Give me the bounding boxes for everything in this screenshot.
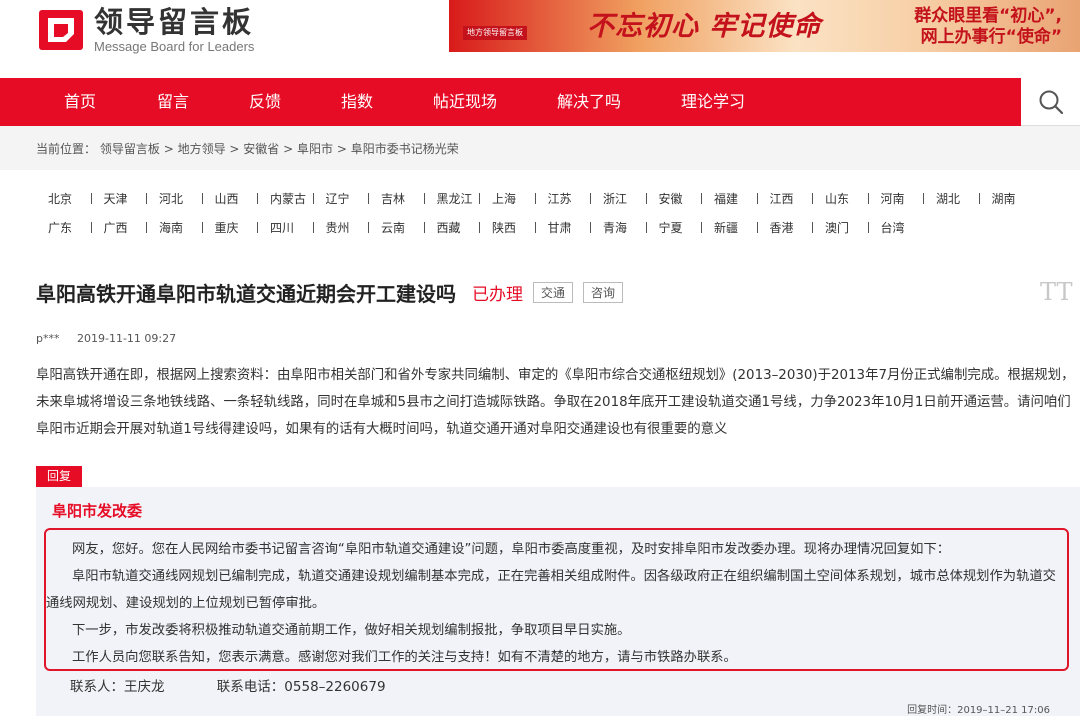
breadcrumb-separator: > [229, 142, 244, 156]
post-author: p*** [36, 332, 60, 345]
site-logo[interactable]: 领导留言板 Message Board for Leaders [36, 4, 254, 54]
region-link[interactable]: 吉林 [369, 190, 425, 207]
contact-person: 联系人：王庆龙 [70, 679, 165, 695]
region-row: 北京 天津 河北 山西 内蒙古 辽宁 吉林 黑龙江 上海 江苏 浙江 安徽 福建 江西 山东 河南 湖北 湖南 [36, 184, 1056, 213]
post-date: 2019-11-11 09:27 [76, 332, 177, 345]
region-link[interactable]: 澳门 [813, 219, 869, 236]
region-list: 北京 天津 河北 山西 内蒙古 辽宁 吉林 黑龙江 上海 江苏 浙江 安徽 福建 江西 山东 河南 湖北 湖南 广… [36, 184, 1056, 242]
nav-item-solved[interactable]: 解决了吗 [557, 78, 621, 126]
breadcrumb-prefix: 当前位置： [36, 142, 97, 156]
region-link[interactable]: 山西 [203, 190, 259, 207]
region-link[interactable]: 山东 [813, 190, 869, 207]
logo-subtitle: Message Board for Leaders [94, 38, 255, 54]
top-banner[interactable]: 地方领导留言板 不忘初心 牢记使命 群众眼里看“初心”, 网上办事行“使命” [449, 0, 1080, 52]
banner-slogan: 不忘初心 牢记使命 [587, 11, 822, 42]
region-link[interactable]: 辽宁 [314, 190, 370, 207]
breadcrumb-item[interactable]: 安徽省 [243, 142, 279, 156]
reply-paragraph: 阜阳市轨道交通线网规划已编制完成，轨道交通建设规划编制基本完成，正在完善相关组成… [46, 569, 1056, 611]
nav-item-on-site[interactable]: 帖近现场 [433, 78, 497, 126]
contact-phone: 联系电话：0558–2260679 [216, 679, 386, 695]
region-link[interactable]: 湖北 [924, 190, 980, 207]
region-link[interactable]: 内蒙古 [258, 190, 314, 207]
reply-label: 回复 [36, 466, 83, 487]
region-link[interactable]: 江苏 [536, 190, 592, 207]
region-link[interactable]: 香港 [758, 219, 814, 236]
region-link[interactable]: 广西 [92, 219, 148, 236]
reply-paragraph: 下一步，市发改委将积极推动轨道交通前期工作，做好相关规划编制报批，争取项目早日实… [72, 623, 631, 638]
reply-content: 网友，您好。您在人民网给市委书记留言咨询“阜阳市轨道交通建设”问题，阜阳市委高度… [46, 536, 1066, 671]
banner-badge: 地方领导留言板 [463, 26, 527, 40]
main-nav: 首页 留言 反馈 指数 帖近现场 解决了吗 理论学习 [0, 78, 1021, 126]
post-body: 阜阳高铁开通在即，根据网上搜索资料：由阜阳市相关部门和省外专家共同编制、审定的《… [36, 368, 1075, 437]
tag-traffic[interactable]: 交通 [533, 282, 574, 303]
contact-info: 联系人：王庆龙 联系电话：0558–2260679 [70, 675, 434, 695]
region-link[interactable]: 陕西 [480, 219, 536, 236]
region-link[interactable]: 四川 [258, 219, 314, 236]
breadcrumb-item[interactable]: 领导留言板 [100, 142, 160, 156]
banner-line-1: 群众眼里看“初心”, [914, 6, 1062, 26]
nav-item-index[interactable]: 指数 [341, 78, 373, 126]
reply-paragraph: 工作人员向您联系告知，您表示满意。感谢您对我们工作的关注与支持！如有不清楚的地方… [72, 650, 737, 665]
breadcrumb-item[interactable]: 阜阳市委书记杨光荣 [351, 142, 459, 156]
region-link[interactable]: 江西 [758, 190, 814, 207]
breadcrumb-item[interactable]: 地方领导 [178, 142, 226, 156]
nav-item-home[interactable]: 首页 [64, 78, 96, 126]
region-link[interactable]: 天津 [92, 190, 148, 207]
region-link[interactable]: 新疆 [702, 219, 758, 236]
region-link[interactable]: 福建 [702, 190, 758, 207]
region-link[interactable]: 广东 [36, 219, 92, 236]
status-badge: 已办理 [472, 285, 523, 305]
breadcrumb-separator: > [163, 142, 178, 156]
region-link[interactable]: 重庆 [203, 219, 259, 236]
reply-organization: 阜阳市发改委 [52, 502, 143, 520]
region-link[interactable]: 青海 [591, 219, 647, 236]
region-link[interactable]: 上海 [480, 190, 536, 207]
nav-item-messages[interactable]: 留言 [157, 78, 189, 126]
tag-inquiry[interactable]: 咨询 [583, 282, 624, 303]
region-link[interactable]: 西藏 [425, 219, 481, 236]
region-link[interactable]: 贵州 [314, 219, 370, 236]
region-link[interactable]: 浙江 [591, 190, 647, 207]
region-link[interactable]: 海南 [147, 219, 203, 236]
reply-panel: 阜阳市发改委 网友，您好。您在人民网给市委书记留言咨询“阜阳市轨道交通建设”问题… [36, 487, 1080, 716]
post-header: 阜阳高铁开通阜阳市轨道交通近期会开工建设吗 已办理 交通 咨询 [36, 278, 624, 307]
region-link[interactable]: 北京 [36, 190, 92, 207]
region-link[interactable]: 云南 [369, 219, 425, 236]
logo-title: 领导留言板 [94, 4, 255, 39]
post-meta: p*** 2019-11-11 09:27 [36, 332, 190, 345]
site-header: 领导留言板 Message Board for Leaders 地方领导留言板 … [0, 0, 1080, 74]
banner-tagline: 群众眼里看“初心”, 网上办事行“使命” [914, 6, 1062, 48]
nav-item-feedback[interactable]: 反馈 [249, 78, 281, 126]
nav-item-theory[interactable]: 理论学习 [681, 78, 745, 126]
region-link[interactable]: 河北 [147, 190, 203, 207]
region-link[interactable]: 河南 [869, 190, 925, 207]
reply-paragraph: 网友，您好。您在人民网给市委书记留言咨询“阜阳市轨道交通建设”问题，阜阳市委高度… [72, 542, 951, 557]
breadcrumb-separator: > [336, 142, 351, 156]
region-link[interactable]: 安徽 [647, 190, 703, 207]
region-row: 广东 广西 海南 重庆 四川 贵州 云南 西藏 陕西 甘肃 青海 宁夏 新疆 香港 澳门 台湾 [36, 213, 1056, 242]
region-link[interactable]: 湖南 [980, 190, 1036, 207]
font-size-toggle-icon[interactable]: TT [1040, 278, 1072, 306]
search-button[interactable] [1021, 78, 1080, 126]
logo-mark-icon [36, 4, 86, 54]
breadcrumb: 当前位置： 领导留言板 > 地方领导 > 安徽省 > 阜阳市 > 阜阳市委书记杨… [36, 140, 459, 157]
breadcrumb-item[interactable]: 阜阳市 [297, 142, 333, 156]
region-link[interactable]: 宁夏 [647, 219, 703, 236]
post-title: 阜阳高铁开通阜阳市轨道交通近期会开工建设吗 [36, 282, 456, 306]
breadcrumb-separator: > [283, 142, 297, 156]
search-icon [1039, 90, 1063, 114]
reply-time: 回复时间：2019–11–21 17:06 [907, 705, 1050, 716]
breadcrumb-bar: 当前位置： 领导留言板 > 地方领导 > 安徽省 > 阜阳市 > 阜阳市委书记杨… [0, 126, 1080, 170]
region-link[interactable]: 甘肃 [536, 219, 592, 236]
region-link[interactable]: 台湾 [869, 219, 925, 236]
region-link[interactable]: 黑龙江 [425, 190, 481, 207]
banner-line-2: 网上办事行“使命” [920, 27, 1062, 47]
